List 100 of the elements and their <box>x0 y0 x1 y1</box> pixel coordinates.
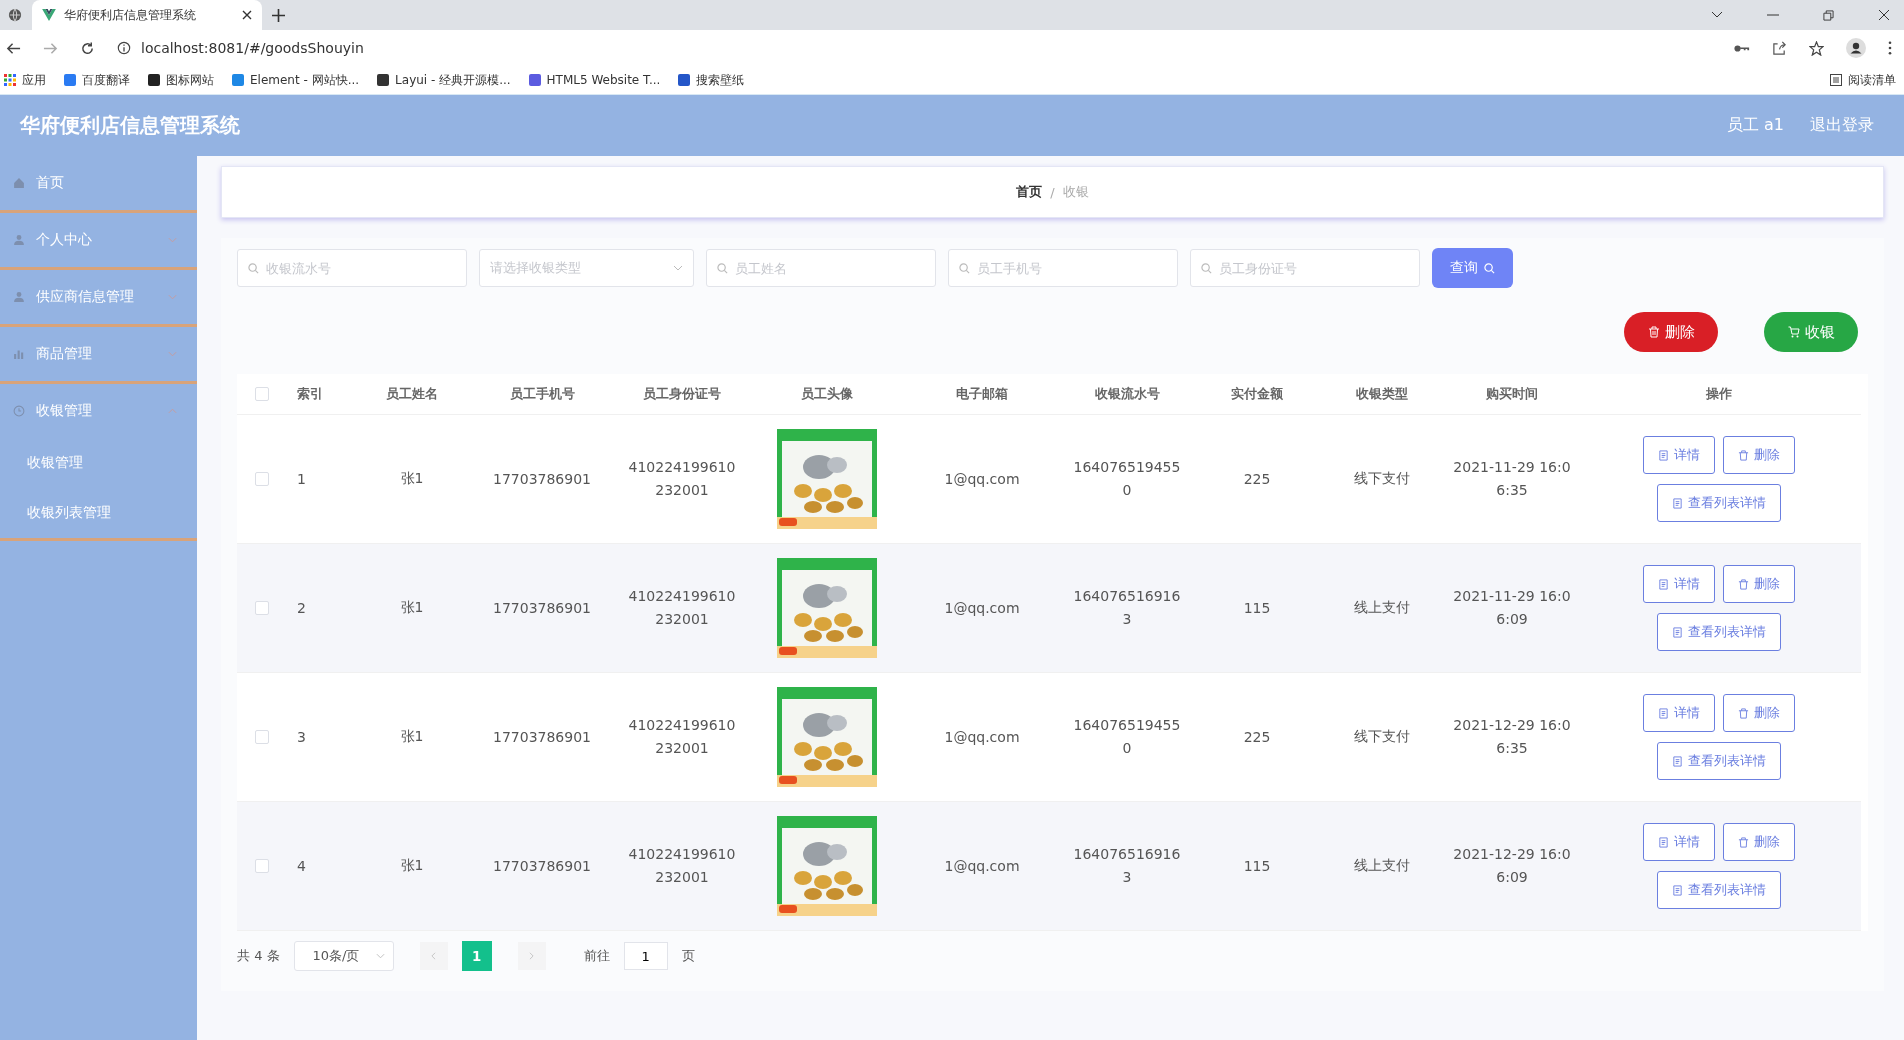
delete-button[interactable]: 删除 <box>1624 312 1718 352</box>
checkbox[interactable] <box>255 730 269 744</box>
document-icon <box>1672 755 1683 767</box>
table-cell-text: 1640765194550 <box>1072 716 1182 758</box>
home-icon <box>12 176 26 190</box>
column-header: 实付金额 <box>1231 385 1283 403</box>
table-cell: 17703786901 <box>493 729 591 745</box>
v-logo-icon <box>42 9 56 21</box>
goto-label: 前往 <box>583 947 610 965</box>
chevron-icon <box>673 265 683 271</box>
chevron-left-icon <box>431 952 437 960</box>
table-cell: 2 <box>297 600 306 616</box>
checkbox[interactable] <box>255 387 269 401</box>
user-name: 员工 a1 <box>1726 115 1784 136</box>
page-field[interactable]: 1 <box>623 942 668 970</box>
delete-button[interactable]: 删除 <box>1723 565 1795 603</box>
table-cell-text: 1640765169163 <box>1072 587 1182 629</box>
table-cell: 115 <box>1243 858 1271 874</box>
sidebar-item[interactable]: 个人中心 <box>0 213 197 267</box>
table-cell: 张1 <box>400 857 424 875</box>
document-icon <box>1672 626 1683 638</box>
delete-button[interactable]: 删除 <box>1723 823 1795 861</box>
view-list-button[interactable]: 查看列表详情 <box>1657 871 1781 909</box>
checkbox[interactable] <box>255 859 269 873</box>
document-icon <box>1658 449 1669 461</box>
view-list-button[interactable]: 查看列表详情 <box>1657 613 1781 651</box>
checkbox[interactable] <box>255 601 269 615</box>
table-cell: 225 <box>1243 729 1271 745</box>
breadcrumb-item: 收银 <box>1062 183 1089 201</box>
bookmark[interactable]: Layui - 经典开源模... <box>377 71 511 89</box>
column-header: 收银类型 <box>1356 385 1408 403</box>
star-icon[interactable] <box>1809 40 1824 56</box>
search-field[interactable]: 收银流水号 <box>237 249 467 287</box>
reading-list[interactable]: 阅读清单 <box>1830 71 1896 89</box>
view-list-button[interactable]: 查看列表详情 <box>1657 484 1781 522</box>
details-button[interactable]: 详情 <box>1643 565 1715 603</box>
document-icon <box>1658 836 1669 848</box>
table-cell: 17703786901 <box>493 600 591 616</box>
table-cell-text: 1640765169163 <box>1072 845 1182 887</box>
sidebar-subitem[interactable]: 收银管理 <box>0 438 197 488</box>
checkbox[interactable] <box>255 472 269 486</box>
details-button[interactable]: 详情 <box>1643 436 1715 474</box>
column-header: 员工身份证号 <box>643 385 721 403</box>
search-button[interactable]: 查询 <box>1432 248 1513 288</box>
browser-tab[interactable]: 华府便利店信息管理系统 <box>32 0 262 30</box>
table-cell-text: 2021-12-29 16:06:09 <box>1452 845 1572 887</box>
sidebar-subitem[interactable]: 收银列表管理 <box>0 488 197 538</box>
key-icon[interactable] <box>1734 43 1750 53</box>
table-cell: 1@qq.com <box>944 858 1020 874</box>
page-button[interactable]: 1 <box>461 941 492 971</box>
page-size-select[interactable]: 10条/页 <box>293 941 394 971</box>
details-button[interactable]: 详情 <box>1643 823 1715 861</box>
restore-icon[interactable] <box>1823 9 1834 21</box>
info-icon[interactable] <box>117 41 131 55</box>
bookmark-icon <box>377 74 390 86</box>
cashier-button[interactable]: 收银 <box>1764 312 1858 352</box>
table-cell-text: 2021-11-29 16:06:35 <box>1452 458 1572 500</box>
bookmark[interactable]: HTML5 Website T... <box>528 73 661 87</box>
reload-icon[interactable] <box>80 40 95 56</box>
column-header: 电子邮箱 <box>956 385 1008 403</box>
delete-button[interactable]: 删除 <box>1723 436 1795 474</box>
table-cell: 线下支付 <box>1354 728 1410 746</box>
trash-icon <box>1738 836 1749 848</box>
close-icon[interactable] <box>242 10 252 20</box>
bookmark[interactable]: 搜索壁纸 <box>678 71 745 89</box>
address-field[interactable]: localhost:8081/#/goodsShouyin <box>141 40 364 56</box>
chevron-icon <box>375 953 385 959</box>
logout-link[interactable]: 退出登录 <box>1810 115 1874 136</box>
chevron-right-icon <box>529 952 535 960</box>
details-button[interactable]: 详情 <box>1643 694 1715 732</box>
sidebar-item[interactable]: 供应商信息管理 <box>0 270 197 324</box>
profile-icon[interactable] <box>1846 38 1866 58</box>
document-icon <box>1658 707 1669 719</box>
share-icon[interactable] <box>1772 40 1787 56</box>
bookmark[interactable]: Element - 网站快... <box>232 71 360 89</box>
chevron-down-icon[interactable] <box>1711 11 1723 19</box>
sidebar-item[interactable]: 首页 <box>0 156 197 210</box>
sidebar-item[interactable]: 收银管理 <box>0 384 197 438</box>
trash-icon <box>1738 449 1749 461</box>
bookmark[interactable]: 应用 <box>4 71 46 89</box>
view-list-button[interactable]: 查看列表详情 <box>1657 742 1781 780</box>
document-icon <box>1672 497 1683 509</box>
new-tab-icon[interactable] <box>272 8 285 22</box>
table-cell: 115 <box>1243 600 1271 616</box>
bookmark[interactable]: 图标网站 <box>148 71 214 89</box>
close-icon[interactable] <box>1878 9 1890 21</box>
bookmark-icon <box>232 74 244 86</box>
breadcrumb-item[interactable]: 首页 <box>1016 183 1043 201</box>
separator: / <box>1050 184 1055 200</box>
sidebar-item[interactable]: 商品管理 <box>0 327 197 381</box>
column-header: 收银流水号 <box>1094 385 1160 403</box>
delete-button[interactable]: 删除 <box>1723 694 1795 732</box>
table-cell: 225 <box>1243 471 1271 487</box>
bookmark-icon <box>528 74 541 86</box>
table-cell: 1 <box>297 471 306 487</box>
bookmark[interactable]: 百度翻译 <box>64 71 130 89</box>
table-cell: 1@qq.com <box>944 600 1020 616</box>
table-cell: 1@qq.com <box>944 471 1020 487</box>
bookmark-icon <box>64 74 76 86</box>
menu-icon[interactable] <box>1888 41 1892 55</box>
